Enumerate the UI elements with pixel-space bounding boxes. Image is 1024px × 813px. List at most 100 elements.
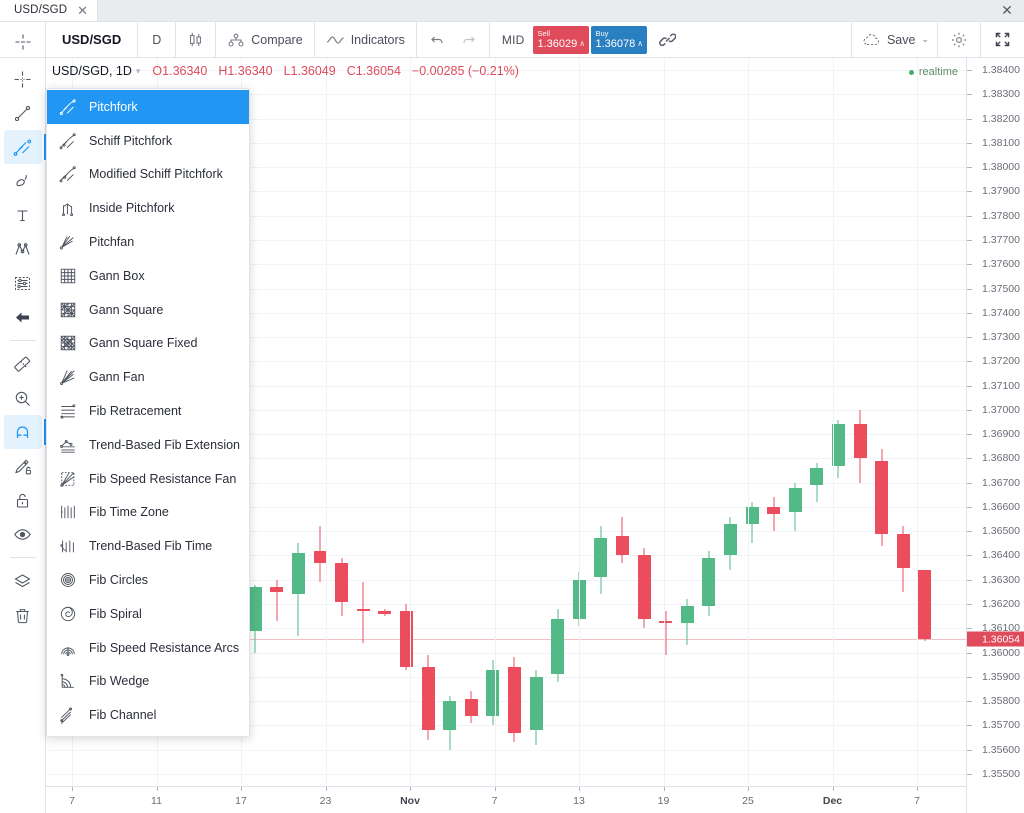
drawing-menu-item-label: Fib Time Zone [89, 505, 169, 520]
drawing-menu-item-gann-box[interactable]: Gann Box [47, 259, 249, 293]
drawing-menu-item-fib-time-zone[interactable]: Fib Time Zone [47, 496, 249, 530]
chart-type-button[interactable] [176, 22, 215, 58]
price-tick-label: 1.36600 [982, 500, 1020, 513]
price-tick-label: 1.35800 [982, 695, 1020, 708]
time-tick [156, 787, 158, 791]
pitchfork-tool[interactable] [3, 130, 46, 164]
current-price-badge[interactable]: 1.36054 [967, 631, 1024, 647]
save-button[interactable]: Save ⌄ [852, 22, 937, 58]
trend-based-fib-extension-icon [58, 435, 78, 455]
fib-wedge-icon [58, 671, 78, 691]
crosshair-cursor-icon[interactable] [4, 25, 42, 59]
chevron-down-icon[interactable]: ▾ [136, 66, 141, 77]
interval-button[interactable]: D [138, 33, 175, 47]
stay-in-drawing-mode-tool[interactable] [4, 449, 42, 483]
gann-fan-icon [58, 367, 78, 387]
fullscreen-button[interactable] [981, 22, 1024, 58]
drawing-menu-item-fib-speed-resistance-arcs[interactable]: Fib Speed Resistance Arcs [47, 631, 249, 665]
remove-drawings-tool[interactable] [4, 598, 42, 632]
drawing-menu-item-trend-based-fib-time[interactable]: Trend-Based Fib Time [47, 529, 249, 563]
drawing-menu-item-fib-wedge[interactable]: Fib Wedge [47, 665, 249, 699]
undo-icon [429, 33, 445, 47]
cross-cursor-tool[interactable] [4, 62, 42, 96]
page-title[interactable]: USD/SGD, 1D [52, 64, 132, 78]
price-tick-label: 1.37400 [982, 306, 1020, 319]
compare-button[interactable]: Compare [216, 22, 313, 58]
candle-body [831, 424, 845, 466]
window-close-icon[interactable]: ✕ [990, 0, 1024, 21]
drawing-menu-item-fib-channel[interactable]: Fib Channel [47, 698, 249, 732]
price-tick-label: 1.36500 [982, 525, 1020, 538]
price-tick [967, 773, 972, 775]
undo-button[interactable] [417, 22, 453, 58]
drawing-menu-item-fib-retracement[interactable]: Fib Retracement [47, 394, 249, 428]
buy-button[interactable]: Buy 1.36078 ∧ [590, 25, 647, 54]
tab-bar: USD/SGD ✕ ✕ [0, 0, 1024, 22]
drawing-menu-item-gann-square-fixed[interactable]: Gann Square Fixed [47, 327, 249, 361]
drawing-menu-item-pitchfan[interactable]: Pitchfan [47, 225, 249, 259]
pitchfan-icon [58, 232, 78, 252]
arrow-tool[interactable] [4, 300, 42, 334]
time-tick [748, 787, 749, 791]
patterns-tool[interactable] [4, 232, 42, 266]
time-scale[interactable]: 7 11 17 23 Nov 7 13 19 25 Dec 7 [46, 786, 966, 813]
drawing-menu-item-pitchfork[interactable]: Pitchfork [47, 90, 249, 124]
time-tick [663, 787, 665, 791]
drawing-menu-item-fib-circles[interactable]: Fib Circles [47, 563, 249, 597]
symbol-button[interactable]: USD/SGD [46, 32, 137, 47]
drawing-menu-item-schiff-pitchfork[interactable]: Schiff Pitchfork [47, 124, 249, 158]
drawing-menu-item-label: Inside Pitchfork [89, 201, 175, 216]
brush-tool[interactable] [4, 164, 42, 198]
close-icon[interactable]: ✕ [77, 4, 88, 17]
price-tick-label: 1.36800 [982, 452, 1020, 465]
price-tick [967, 701, 972, 703]
measure-tool[interactable] [4, 347, 42, 381]
price-tick-label: 1.37700 [982, 234, 1020, 246]
drawing-menu-item-gann-fan[interactable]: Gann Fan [47, 360, 249, 394]
price-tick-label: 1.37900 [982, 185, 1020, 198]
drawing-menu-item-inside-pitchfork[interactable]: Inside Pitchfork [47, 191, 249, 225]
price-scale[interactable]: 1.38400 1.38300 1.38200 1.38100 1.38000 1.379… [966, 58, 1024, 813]
drawing-menu-item-modified-schiff-pitchfork[interactable]: Modified Schiff Pitchfork [47, 158, 249, 192]
zoom-tool[interactable] [4, 381, 42, 415]
price-tick [967, 579, 972, 581]
candle-body [875, 460, 889, 534]
candle-wick [362, 582, 364, 643]
price-tick-label: 1.38400 [982, 64, 1020, 77]
gridline-vertical [917, 58, 918, 786]
candle-body [680, 606, 694, 624]
chevron-down-icon[interactable]: ⌄ [921, 34, 929, 45]
modified-schiff-pitchfork-icon [58, 164, 78, 184]
magnet-tool[interactable] [3, 415, 46, 449]
hide-drawings-tool[interactable] [4, 517, 42, 551]
drawing-menu-item-gann-square[interactable]: Gann Square [47, 293, 249, 327]
trend-line-tool[interactable] [4, 96, 42, 130]
drawing-menu-item-fib-speed-resistance-fan[interactable]: Fib Speed Resistance Fan [47, 462, 249, 496]
price-tick-label: 1.36200 [982, 598, 1020, 610]
candlestick [291, 58, 305, 786]
drawing-menu-item-fib-spiral[interactable]: Fib Spiral [47, 597, 249, 631]
fib-retracement-icon [58, 401, 78, 421]
ohlc-high: H1.36340 [218, 64, 273, 78]
status-badge: realtime [908, 66, 958, 78]
buy-side-label: Buy [595, 28, 609, 38]
drawing-tools-menu[interactable]: Pitchfork Schiff Pitchfork Modified Schiff… [46, 88, 250, 738]
link-button[interactable] [647, 22, 686, 58]
tab-usd-sgd[interactable]: USD/SGD ✕ [0, 0, 99, 21]
text-tool[interactable] [4, 198, 42, 232]
time-tick [72, 787, 73, 791]
price-tick-label: 1.36300 [982, 573, 1020, 586]
price-tick-label: 1.38200 [982, 112, 1020, 125]
time-tick-label: 25 [742, 795, 754, 807]
sell-button[interactable]: Sell 1.36029 ∧ [532, 25, 589, 54]
object-tree-tool[interactable] [4, 564, 42, 598]
redo-button[interactable] [453, 22, 489, 58]
price-tick [967, 142, 972, 144]
lock-drawings-tool[interactable] [4, 483, 42, 517]
indicators-button[interactable]: Indicators [315, 22, 416, 58]
settings-button[interactable] [938, 22, 980, 58]
price-tick-label: 1.37300 [982, 331, 1020, 344]
prediction-tool[interactable] [4, 266, 42, 300]
drawing-menu-item-trend-based-fib-extension[interactable]: Trend-Based Fib Extension [47, 428, 249, 462]
inside-pitchfork-icon [58, 198, 78, 218]
